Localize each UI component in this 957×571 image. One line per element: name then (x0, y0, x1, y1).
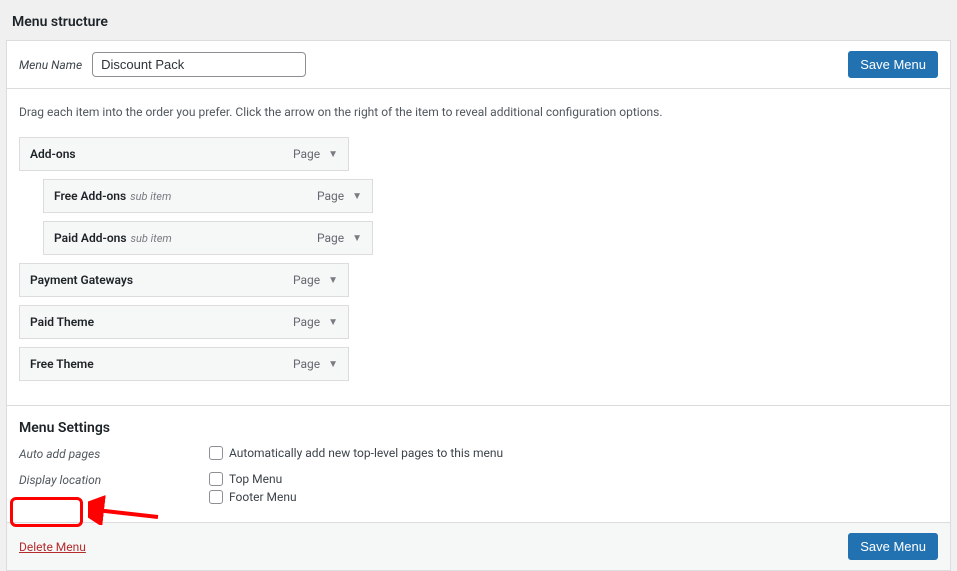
menu-item[interactable]: Free Add-ons sub item Page ▼ (43, 179, 373, 213)
menu-item-title: Paid Add-ons (54, 231, 127, 245)
menu-item-type: Page (317, 189, 344, 203)
menu-item-title: Paid Theme (30, 315, 94, 329)
menu-settings-title: Menu Settings (19, 420, 938, 436)
menu-item[interactable]: Add-ons Page ▼ (19, 137, 349, 171)
chevron-down-icon[interactable]: ▼ (352, 233, 362, 244)
chevron-down-icon[interactable]: ▼ (328, 275, 338, 286)
menu-item[interactable]: Paid Theme Page ▼ (19, 305, 349, 339)
menu-item-title: Add-ons (30, 147, 76, 161)
auto-add-option[interactable]: Automatically add new top-level pages to… (209, 446, 503, 460)
panel-title: Menu structure (6, 6, 951, 40)
menu-name-label: Menu Name (19, 58, 82, 72)
location-top-option[interactable]: Top Menu (209, 472, 297, 486)
menu-item-title: Payment Gateways (30, 273, 133, 287)
menu-item[interactable]: Payment Gateways Page ▼ (19, 263, 349, 297)
menu-item[interactable]: Paid Add-ons sub item Page ▼ (43, 221, 373, 255)
auto-add-row: Auto add pages Automatically add new top… (19, 446, 938, 464)
menu-body: Drag each item into the order you prefer… (6, 88, 951, 523)
location-footer-option[interactable]: Footer Menu (209, 490, 297, 504)
menu-items-list: Add-onsPage▼Free Add-onssub itemPage▼Pai… (19, 137, 938, 381)
delete-menu-link[interactable]: Delete Menu (19, 540, 86, 554)
menu-item-type: Page (293, 273, 320, 287)
menu-item-title: Free Theme (30, 357, 94, 371)
chevron-down-icon[interactable]: ▼ (328, 317, 338, 328)
menu-item-sublabel: sub item (131, 232, 172, 245)
separator (7, 405, 950, 406)
auto-add-label: Auto add pages (19, 446, 209, 461)
auto-add-checkbox[interactable] (209, 446, 223, 460)
location-footer-checkbox[interactable] (209, 490, 223, 504)
menu-item-type: Page (293, 315, 320, 329)
chevron-down-icon[interactable]: ▼ (328, 359, 338, 370)
display-location-label: Display location (19, 472, 209, 487)
menu-header: Menu Name Save Menu (6, 40, 951, 88)
menu-item-type: Page (317, 231, 344, 245)
save-menu-button-top[interactable]: Save Menu (848, 51, 938, 78)
chevron-down-icon[interactable]: ▼ (328, 149, 338, 160)
menu-item-title: Free Add-ons (54, 189, 126, 203)
menu-item[interactable]: Free Theme Page ▼ (19, 347, 349, 381)
display-location-row: Display location Top Menu Footer Menu (19, 472, 938, 508)
instructions-text: Drag each item into the order you prefer… (19, 105, 938, 119)
menu-footer: Delete Menu Save Menu (6, 523, 951, 571)
chevron-down-icon[interactable]: ▼ (352, 191, 362, 202)
location-top-checkbox[interactable] (209, 472, 223, 486)
save-menu-button-bottom[interactable]: Save Menu (848, 533, 938, 560)
menu-item-type: Page (293, 147, 320, 161)
menu-item-sublabel: sub item (130, 190, 171, 203)
menu-name-input[interactable] (92, 52, 306, 77)
menu-structure-panel: Menu structure Menu Name Save Menu Drag … (6, 6, 951, 571)
menu-item-type: Page (293, 357, 320, 371)
